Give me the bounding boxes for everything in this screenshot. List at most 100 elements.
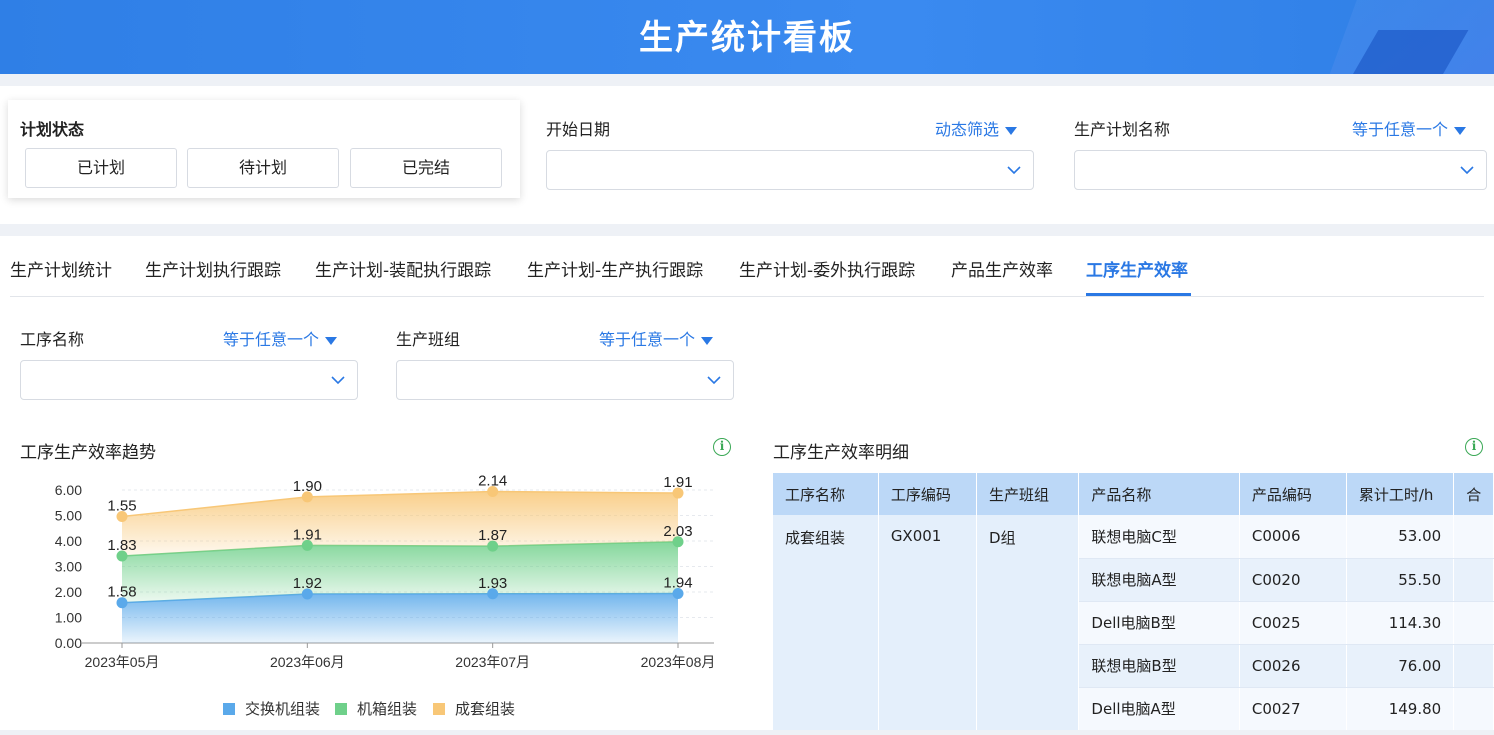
- product-code-cell: C0025: [1239, 601, 1347, 645]
- data-label: 1.94: [663, 575, 692, 592]
- tab-production-tracking[interactable]: 生产计划-生产执行跟踪: [527, 256, 703, 281]
- status-completed-button[interactable]: 已完结: [350, 148, 502, 188]
- dashboard-header: 生产统计看板: [0, 0, 1494, 74]
- product-name-cell: Dell电脑A型: [1078, 687, 1240, 730]
- legend-label: 机箱组装: [357, 700, 418, 718]
- plan-name-label: 生产计划名称: [1074, 120, 1171, 139]
- legend-swatch: [335, 703, 347, 715]
- y-tick-label: 5.00: [55, 508, 82, 524]
- status-planned-button[interactable]: 已计划: [25, 148, 177, 188]
- plan-name-select[interactable]: [1074, 150, 1487, 190]
- product-name-cell: 联想电脑A型: [1078, 558, 1240, 602]
- series-area-0: [122, 593, 678, 643]
- start-date-operator[interactable]: 动态筛选: [935, 116, 1018, 140]
- data-label: 1.90: [293, 478, 322, 495]
- x-tick-label: 2023年06月: [270, 654, 345, 670]
- extra-cell: [1453, 515, 1494, 559]
- process-name-cell: 成套组装: [773, 515, 879, 730]
- chevron-down-icon: [1460, 166, 1474, 175]
- column-header[interactable]: 累计工时/h: [1346, 473, 1455, 515]
- efficiency-trend-chart: 0.00 1.00 2.00 3.00 4.00 5.00 6.00 2023年05月 2023…: [55, 473, 716, 670]
- plan-status-title: 计划状态: [20, 120, 85, 139]
- column-header[interactable]: 工序编码: [878, 473, 978, 515]
- status-pending-button[interactable]: 待计划: [187, 148, 339, 188]
- detail-table-container[interactable]: 工序名称 工序编码 生产班组 产品名称 产品编码 累计工时/h 合 成套组装 G…: [773, 473, 1494, 730]
- data-label: 1.92: [293, 575, 322, 592]
- y-tick-label: 0.00: [55, 635, 82, 651]
- product-name-cell: 联想电脑B型: [1078, 644, 1240, 688]
- tab-assembly-tracking[interactable]: 生产计划-装配执行跟踪: [315, 256, 491, 281]
- product-code-cell: C0026: [1239, 644, 1347, 688]
- process-name-operator[interactable]: 等于任意一个: [223, 326, 338, 350]
- caret-down-icon: [1005, 126, 1018, 135]
- data-label: 1.93: [478, 575, 507, 592]
- legend-item-chassis[interactable]: 机箱组装: [335, 698, 417, 719]
- table-row[interactable]: 成套组装 GX001 D组 联想电脑C型 C0006 53.00: [773, 515, 1494, 730]
- plan-status-card: 计划状态 已计划 待计划 已完结: [8, 100, 520, 198]
- team-select[interactable]: [396, 360, 734, 400]
- product-name-cell: 联想电脑C型: [1078, 515, 1240, 559]
- data-label: 2.03: [663, 523, 692, 540]
- hours-cell: 149.80: [1346, 687, 1455, 730]
- column-header[interactable]: 产品名称: [1078, 473, 1240, 515]
- legend-item-complete-set[interactable]: 成套组装: [433, 698, 515, 719]
- page-title: 生产统计看板: [639, 18, 855, 58]
- legend-swatch: [223, 703, 235, 715]
- chevron-down-icon: [707, 376, 721, 385]
- tab-plan-tracking[interactable]: 生产计划执行跟踪: [145, 256, 281, 281]
- tab-outsourcing-tracking[interactable]: 生产计划-委外执行跟踪: [739, 256, 915, 281]
- start-date-operator-label: 动态筛选: [935, 120, 1000, 139]
- caret-down-icon: [701, 336, 714, 345]
- extra-cell: [1453, 601, 1494, 645]
- start-date-label: 开始日期: [546, 120, 611, 139]
- tab-product-efficiency[interactable]: 产品生产效率: [951, 256, 1053, 281]
- y-tick-label: 3.00: [55, 559, 82, 575]
- data-label: 1.83: [107, 537, 136, 554]
- x-tick-label: 2023年08月: [641, 654, 716, 670]
- data-label: 2.14: [478, 473, 507, 490]
- product-code-cell: C0027: [1239, 687, 1347, 730]
- active-tab-indicator: [1086, 293, 1191, 296]
- extra-cell: [1453, 558, 1494, 602]
- y-tick-label: 4.00: [55, 533, 82, 549]
- product-name-cell: Dell电脑B型: [1078, 601, 1240, 645]
- chevron-down-icon: [331, 376, 345, 385]
- team-label: 生产班组: [396, 330, 461, 349]
- trend-panel-title: 工序生产效率趋势: [20, 443, 156, 463]
- data-label: 1.91: [663, 474, 692, 491]
- hours-cell: 114.30: [1346, 601, 1455, 645]
- process-name-operator-label: 等于任意一个: [223, 330, 320, 349]
- detail-panel-title: 工序生产效率明细: [773, 443, 909, 463]
- info-icon[interactable]: i: [1465, 438, 1483, 456]
- chevron-down-icon: [1007, 166, 1021, 175]
- legend-label: 成套组装: [455, 700, 516, 718]
- info-icon[interactable]: i: [713, 438, 731, 456]
- column-header[interactable]: 工序名称: [773, 473, 879, 515]
- data-label: 1.58: [107, 584, 136, 601]
- x-tick-label: 2023年07月: [455, 654, 530, 670]
- legend-label: 交换机组装: [245, 700, 321, 718]
- team-operator[interactable]: 等于任意一个: [599, 326, 714, 350]
- caret-down-icon: [325, 336, 338, 345]
- process-name-label: 工序名称: [20, 330, 85, 349]
- extra-cell: [1453, 644, 1494, 688]
- data-label: 1.55: [107, 498, 136, 515]
- column-header[interactable]: 生产班组: [976, 473, 1080, 515]
- team-cell: D组: [976, 515, 1080, 730]
- tab-plan-stats[interactable]: 生产计划统计: [10, 256, 112, 281]
- y-tick-label: 1.00: [55, 610, 82, 626]
- detail-table: 工序名称 工序编码 生产班组 产品名称 产品编码 累计工时/h 合 成套组装 G…: [773, 473, 1494, 730]
- legend-item-switch[interactable]: 交换机组装: [223, 698, 320, 719]
- product-code-cell: C0020: [1239, 558, 1347, 602]
- caret-down-icon: [1454, 126, 1467, 135]
- process-code-cell: GX001: [878, 515, 978, 730]
- start-date-select[interactable]: [546, 150, 1034, 190]
- column-header[interactable]: 产品编码: [1239, 473, 1347, 515]
- process-name-select[interactable]: [20, 360, 358, 400]
- y-tick-label: 6.00: [55, 482, 82, 498]
- y-tick-label: 2.00: [55, 584, 82, 600]
- extra-cell: [1453, 687, 1494, 730]
- tab-process-efficiency[interactable]: 工序生产效率: [1086, 256, 1188, 281]
- plan-name-operator[interactable]: 等于任意一个: [1352, 116, 1467, 140]
- column-header[interactable]: 合: [1453, 473, 1494, 515]
